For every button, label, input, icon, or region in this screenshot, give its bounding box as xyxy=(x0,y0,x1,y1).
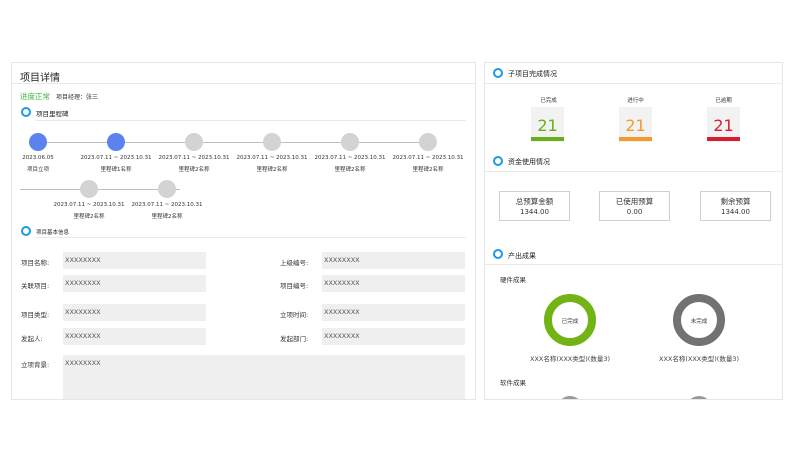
basic-info-divider xyxy=(36,237,466,238)
stat-completed: 21 xyxy=(531,107,564,142)
budget-total: 总预算金额 1344.00 xyxy=(499,191,570,221)
hardware-status-ring: 已完成 xyxy=(544,294,596,346)
section-circle-icon xyxy=(493,156,503,166)
budget-used: 已使用预算 0.00 xyxy=(599,191,670,221)
fund-section-title: 资金使用情况 xyxy=(508,158,550,166)
milestone-node[interactable] xyxy=(158,180,176,198)
manager-info: 项目经理：张三 xyxy=(56,92,98,101)
software-status-ring xyxy=(686,396,712,399)
field-label: 发起人: xyxy=(21,335,43,343)
timeline-line xyxy=(20,189,180,190)
milestone-divider xyxy=(36,120,466,121)
budget-label: 已使用预算 xyxy=(615,197,654,206)
milestone-name: 项目立项 xyxy=(26,167,49,173)
title-divider xyxy=(12,83,475,84)
subproject-section-title: 子项目完成情况 xyxy=(508,70,557,78)
milestone-name: 里程碑2名称 xyxy=(73,214,105,220)
milestone-date: 2023.07.11 ~ 2023.10.31 xyxy=(314,155,386,161)
stat-bar xyxy=(531,137,564,141)
stat-label-in-progress: 进行中 xyxy=(627,98,644,104)
section-circle-icon xyxy=(493,68,503,78)
stat-bar xyxy=(707,137,740,141)
project-detail-panel: 项目详情 进度正常 项目经理：张三 项目里程碑 2023.06.05 项目立项 … xyxy=(11,62,476,400)
timeline-line xyxy=(38,142,430,143)
milestone-node[interactable] xyxy=(80,180,98,198)
milestone-node[interactable] xyxy=(419,133,437,151)
background-field: XXXXXXXX xyxy=(63,355,465,399)
milestone-date: 2023.07.11 ~ 2023.10.31 xyxy=(392,155,464,161)
software-status-ring xyxy=(557,396,583,399)
field-label: 项目名称: xyxy=(21,259,50,267)
milestone-date: 2023.06.05 xyxy=(22,155,54,161)
section-circle-icon xyxy=(21,107,31,117)
milestone-node[interactable] xyxy=(107,133,125,151)
milestone-node[interactable] xyxy=(341,133,359,151)
progress-status: 进度正常 xyxy=(20,92,50,101)
milestone-date: 2023.07.11 ~ 2023.10.31 xyxy=(80,155,152,161)
stat-overdue: 21 xyxy=(707,107,740,142)
section-circle-icon xyxy=(493,249,503,259)
milestone-section-title: 项目里程碑 xyxy=(36,110,69,118)
ring-status-label: 未完成 xyxy=(690,319,708,325)
ring-status-label: 已完成 xyxy=(561,319,579,325)
fund-divider xyxy=(485,171,782,172)
subproject-divider xyxy=(485,83,782,84)
basic-info-section-title: 项目基本信息 xyxy=(36,230,70,236)
project-type-field: XXXXXXXX xyxy=(63,304,206,321)
milestone-node[interactable] xyxy=(185,133,203,151)
field-label: 关联项目: xyxy=(21,282,50,290)
hardware-status-ring: 未完成 xyxy=(673,294,725,346)
milestone-name: 里程碑2名称 xyxy=(334,167,366,173)
milestone-date: 2023.07.11 ~ 2023.10.31 xyxy=(236,155,308,161)
field-label: 项目编号: xyxy=(280,282,309,290)
page-title: 项目详情 xyxy=(20,73,60,84)
milestone-date: 2023.07.11 ~ 2023.10.31 xyxy=(131,202,203,208)
manager-label: 项目经理： xyxy=(56,94,87,101)
setup-time-field: XXXXXXXX xyxy=(322,304,465,321)
section-circle-icon xyxy=(21,226,31,236)
stat-label-completed: 已完成 xyxy=(540,98,557,104)
field-label: 发起部门: xyxy=(280,335,309,343)
stat-in-progress: 21 xyxy=(619,107,652,142)
software-label: 软件成果 xyxy=(500,379,526,387)
hardware-item-name: XXX名称(XXX类型)(数量3) xyxy=(530,355,610,363)
project-code-field: XXXXXXXX xyxy=(322,275,465,292)
output-section-title: 产出成果 xyxy=(508,252,536,260)
milestone-name: 里程碑2名称 xyxy=(178,167,210,173)
milestone-name: 里程碑1名称 xyxy=(100,167,132,173)
budget-value: 1344.00 xyxy=(721,208,750,216)
stat-value: 21 xyxy=(713,116,734,135)
initiating-dept-field: XXXXXXXX xyxy=(322,328,465,345)
budget-remaining: 剩余预算 1344.00 xyxy=(700,191,771,221)
milestone-name: 里程碑2名称 xyxy=(412,167,444,173)
stat-value: 21 xyxy=(537,116,558,135)
milestone-node[interactable] xyxy=(29,133,47,151)
milestone-date: 2023.07.11 ~ 2023.10.31 xyxy=(158,155,230,161)
initiator-field: XXXXXXXX xyxy=(63,328,206,345)
budget-label: 剩余预算 xyxy=(720,197,751,206)
summary-panel: 子项目完成情况 已完成 21 进行中 21 已逾期 21 资金使用情况 总预算金… xyxy=(484,62,783,400)
budget-value: 1344.00 xyxy=(520,208,549,216)
budget-label: 总预算金额 xyxy=(515,197,554,206)
milestone-node[interactable] xyxy=(263,133,281,151)
field-label: 上级编号: xyxy=(280,259,309,267)
field-label: 立项时间: xyxy=(280,311,309,319)
parent-code-field: XXXXXXXX xyxy=(322,252,465,269)
stat-bar xyxy=(619,137,652,141)
milestone-name: 里程碑2名称 xyxy=(151,214,183,220)
milestone-name: 里程碑2名称 xyxy=(256,167,288,173)
hardware-item-name: XXX名称(XXX类型)(数量3) xyxy=(659,355,739,363)
related-project-field: XXXXXXXX xyxy=(63,275,206,292)
project-name-field: XXXXXXXX xyxy=(63,252,206,269)
stat-value: 21 xyxy=(625,116,646,135)
milestone-date: 2023.07.11 ~ 2023.10.31 xyxy=(53,202,125,208)
budget-value: 0.00 xyxy=(626,208,643,216)
field-label: 立项背景: xyxy=(21,361,50,369)
field-label: 项目类型: xyxy=(21,311,50,319)
hardware-label: 硬件成果 xyxy=(500,276,526,284)
manager-name: 张三 xyxy=(86,94,99,101)
output-divider xyxy=(485,264,782,265)
stat-label-overdue: 已逾期 xyxy=(715,98,732,104)
